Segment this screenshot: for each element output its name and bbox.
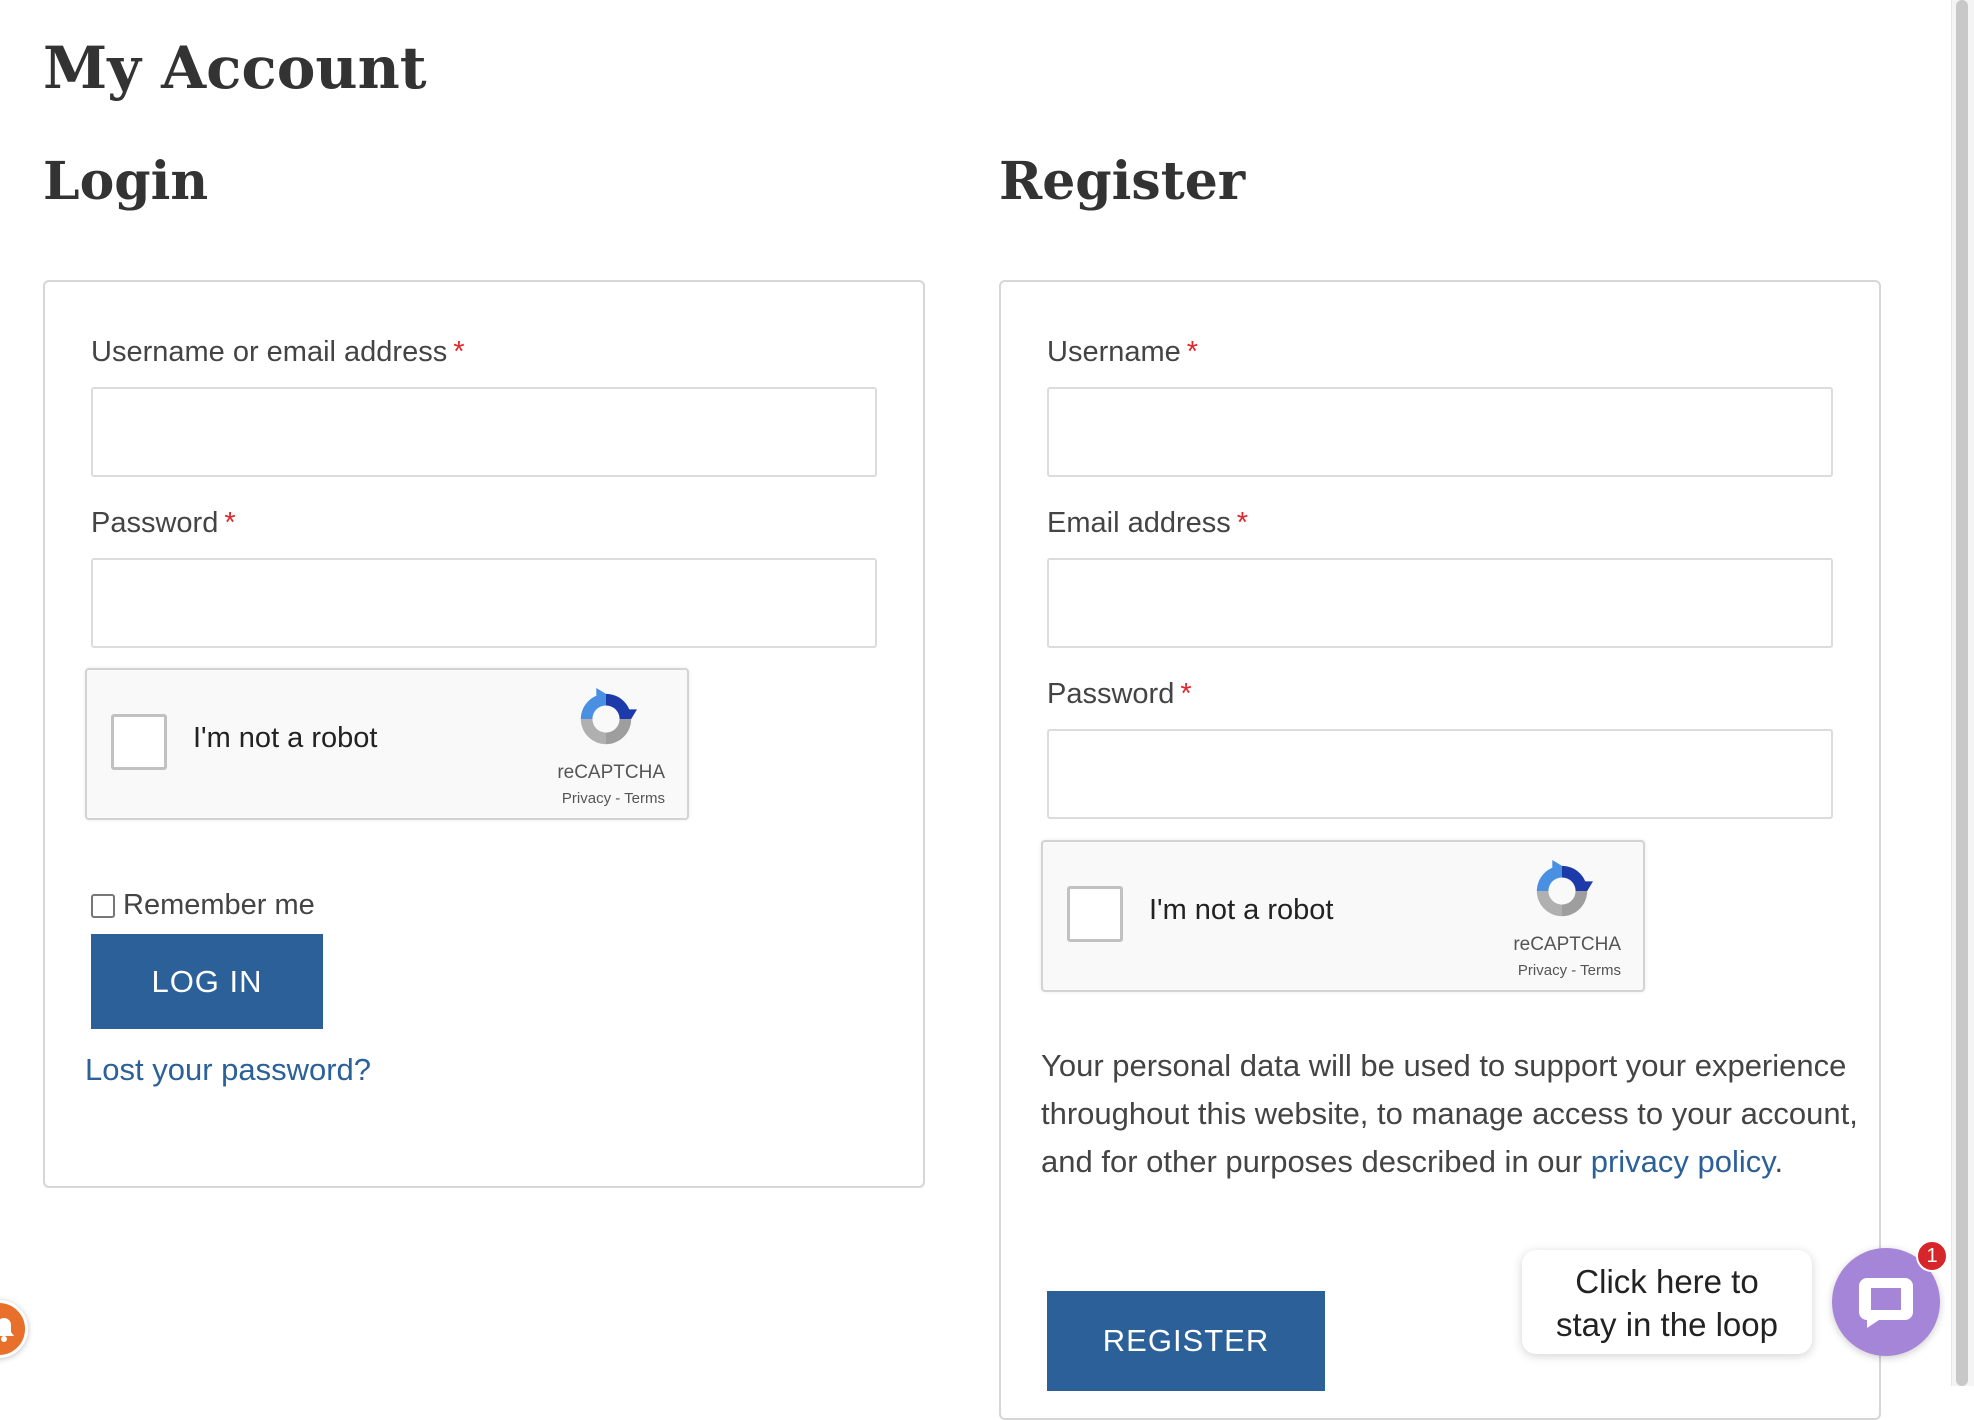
lost-password-link[interactable]: Lost your password? (85, 1052, 371, 1088)
register-recaptcha: I'm not a robot reCAPTCHA Privacy - Term… (1041, 840, 1645, 992)
scrollbar-track[interactable] (1951, 0, 1974, 1386)
recaptcha-links: Privacy - Terms (562, 790, 665, 807)
recaptcha-terms-link[interactable]: Terms (1580, 962, 1621, 979)
register-password-label: Password * (1047, 678, 1192, 711)
side-notification-widget[interactable] (0, 1300, 28, 1358)
privacy-notice: Your personal data will be used to suppo… (1041, 1042, 1861, 1186)
chat-bubble-icon (1859, 1278, 1913, 1328)
login-username-label: Username or email address * (91, 336, 465, 369)
remember-me-label: Remember me (123, 889, 315, 921)
recaptcha-label: I'm not a robot (193, 722, 378, 754)
register-username-label-text: Username (1047, 336, 1181, 368)
login-username-input[interactable] (91, 387, 877, 477)
login-button[interactable]: LOG IN (91, 934, 323, 1029)
login-heading: Login (43, 151, 209, 212)
chat-prompt-line2: stay in the loop (1556, 1306, 1778, 1343)
privacy-policy-link[interactable]: privacy policy (1591, 1144, 1775, 1179)
recaptcha-privacy-link[interactable]: Privacy (1518, 962, 1567, 979)
login-password-input[interactable] (91, 558, 877, 648)
chat-notification-badge: 1 (1916, 1240, 1948, 1272)
register-password-input[interactable] (1047, 729, 1833, 819)
recaptcha-brand: reCAPTCHA (557, 762, 665, 783)
recaptcha-checkbox[interactable] (1067, 886, 1123, 942)
register-password-label-text: Password (1047, 678, 1175, 710)
chat-prompt-line1: Click here to (1575, 1263, 1759, 1300)
required-mark: * (1236, 507, 1249, 539)
recaptcha-checkbox[interactable] (111, 714, 167, 770)
register-heading: Register (999, 151, 1246, 212)
recaptcha-privacy-link[interactable]: Privacy (562, 790, 611, 807)
recaptcha-label: I'm not a robot (1149, 894, 1334, 926)
recaptcha-logo-icon (580, 688, 637, 745)
recaptcha-logo-icon (1536, 860, 1593, 917)
remember-me[interactable]: Remember me (91, 889, 315, 922)
recaptcha-brand: reCAPTCHA (1513, 934, 1621, 955)
required-mark: * (453, 336, 465, 368)
login-password-label-text: Password (91, 507, 219, 539)
register-username-label: Username * (1047, 336, 1198, 369)
register-username-input[interactable] (1047, 387, 1833, 477)
required-mark: * (1186, 336, 1199, 368)
login-password-label: Password * (91, 507, 236, 540)
recaptcha-separator: - (611, 790, 625, 807)
register-email-label: Email address * (1047, 507, 1248, 540)
login-recaptcha: I'm not a robot reCAPTCHA Privacy - Term… (85, 668, 689, 820)
recaptcha-separator: - (1567, 962, 1581, 979)
bell-icon (0, 1318, 14, 1342)
privacy-notice-suffix: . (1774, 1144, 1784, 1179)
register-email-input[interactable] (1047, 558, 1833, 648)
recaptcha-terms-link[interactable]: Terms (624, 790, 665, 807)
remember-me-checkbox[interactable] (91, 893, 115, 918)
chat-prompt-bubble[interactable]: Click here to stay in the loop (1522, 1250, 1812, 1354)
login-form: Username or email address * Password * I'm… (43, 280, 925, 1188)
page-title: My Account (43, 34, 427, 102)
register-button[interactable]: REGISTER (1047, 1291, 1325, 1391)
register-email-label-text: Email address (1047, 507, 1231, 539)
scrollbar-thumb[interactable] (1956, 0, 1968, 1386)
required-mark: * (1180, 678, 1192, 710)
login-username-label-text: Username or email address (91, 336, 448, 368)
required-mark: * (224, 507, 236, 539)
recaptcha-links: Privacy - Terms (1518, 962, 1621, 979)
register-form: Username * Email address * Password * I'm n… (999, 280, 1881, 1420)
